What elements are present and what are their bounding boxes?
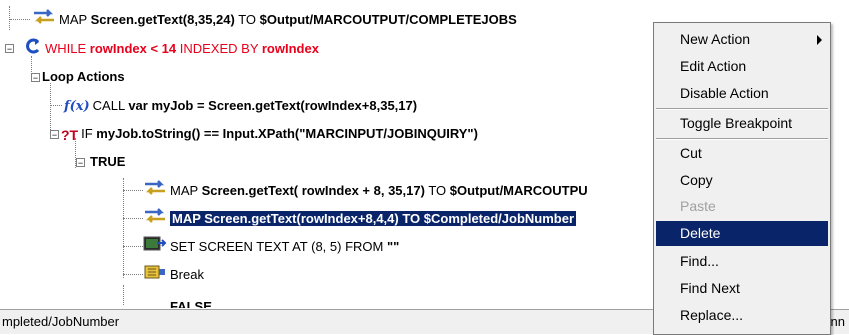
row-condition: rowIndex < 14 xyxy=(89,40,177,56)
map-arrows-icon xyxy=(143,179,167,201)
row-source: Screen.getText( rowIndex + 8, 35,17) xyxy=(201,182,425,198)
tree-row-set-screen-text[interactable]: SET SCREEN TEXT AT (8, 5) FROM "" xyxy=(143,235,399,257)
tree-connector xyxy=(9,6,10,30)
row-target: $Output/MARCOUTPU xyxy=(449,182,588,198)
tree-connector xyxy=(123,246,143,247)
menu-item-edit-action[interactable]: Edit Action xyxy=(656,54,828,79)
row-mid: TO xyxy=(234,11,260,27)
row-source: Screen.getText(8,35,24) xyxy=(90,11,235,27)
menu-item-find[interactable]: Find... xyxy=(656,249,828,274)
collapse-toggle[interactable]: − xyxy=(31,73,40,83)
while-loop-icon xyxy=(24,37,42,62)
row-prefix: SET SCREEN TEXT AT (8, 5) FROM xyxy=(170,238,387,254)
tree-row-map-output[interactable]: MAP Screen.getText( rowIndex + 8, 35,17)… xyxy=(143,179,653,201)
row-expression: var myJob = Screen.getText(rowIndex+8,35… xyxy=(128,98,418,113)
row-target: $Output/MARCOUTPUT/COMPLETEJOBS xyxy=(259,11,517,27)
status-right-text: nn xyxy=(830,314,845,329)
menu-separator xyxy=(656,108,828,110)
row-condition: myJob.toString() == Input.XPath("MARCINP… xyxy=(96,126,478,141)
menu-item-label: New Action xyxy=(680,31,751,47)
row-prefix: MAP xyxy=(170,182,202,198)
selected-row-text: MAP Screen.getText(rowIndex+8,4,4) TO $C… xyxy=(170,210,577,226)
menu-item-cut[interactable]: Cut xyxy=(656,141,828,166)
row-value: "" xyxy=(386,238,400,254)
status-text: mpleted/JobNumber xyxy=(2,314,120,329)
collapse-toggle[interactable]: − xyxy=(76,158,85,168)
tree-connector xyxy=(10,19,30,20)
menu-item-copy[interactable]: Copy xyxy=(656,168,828,193)
row-prefix: MAP xyxy=(59,11,91,27)
break-icon xyxy=(143,263,167,288)
tree-row-false[interactable]: FALSE xyxy=(170,296,212,308)
tree-row-loop-actions[interactable]: Loop Actions xyxy=(42,66,125,88)
tree-row-true[interactable]: TRUE xyxy=(90,151,125,173)
map-arrows-icon xyxy=(32,8,56,33)
menu-item-toggle-breakpoint[interactable]: Toggle Breakpoint xyxy=(656,111,828,136)
function-icon: f(x) xyxy=(64,98,90,114)
collapse-toggle[interactable]: − xyxy=(50,130,59,140)
tree-connector xyxy=(50,105,62,106)
menu-separator xyxy=(656,138,828,140)
tree-connector xyxy=(123,178,124,278)
map-arrows-icon xyxy=(143,207,167,232)
tree-row-map-completed-selected[interactable]: MAP Screen.getText(rowIndex+8,4,4) TO $C… xyxy=(143,207,577,232)
tree-connector xyxy=(123,218,143,219)
row-mid: INDEXED BY xyxy=(176,40,262,56)
menu-item-paste: Paste xyxy=(680,198,716,214)
menu-item-find-next[interactable]: Find Next xyxy=(656,276,828,301)
row-index-var: rowIndex xyxy=(261,40,319,56)
if-branch-icon: ?T xyxy=(61,126,79,143)
tree-row-while[interactable]: WHILE rowIndex < 14 INDEXED BY rowIndex xyxy=(24,37,319,59)
tree-connector xyxy=(123,285,124,305)
context-menu: New Action Edit Action Disable Action To… xyxy=(653,22,831,335)
menu-item-delete[interactable]: Delete xyxy=(656,221,828,246)
menu-item-replace[interactable]: Replace... xyxy=(656,303,828,328)
menu-item-new-action[interactable]: New Action xyxy=(656,27,828,52)
menu-item-disable-action[interactable]: Disable Action xyxy=(656,81,828,106)
tree-connector xyxy=(123,274,143,275)
tree-row-map-completejobs[interactable]: MAP Screen.getText(8,35,24) TO $Output/M… xyxy=(32,8,517,30)
row-prefix: IF xyxy=(81,126,97,141)
row-mid: TO xyxy=(424,182,450,198)
tree-row-if[interactable]: ?T IF myJob.toString() == Input.XPath("MA… xyxy=(61,123,478,145)
tree-row-break[interactable]: Break xyxy=(143,263,204,285)
row-prefix: CALL xyxy=(92,98,129,113)
row-label: Break xyxy=(170,266,204,282)
submenu-arrow-icon xyxy=(817,35,822,45)
collapse-toggle[interactable]: − xyxy=(5,44,14,54)
tree-connector xyxy=(123,190,143,191)
set-screen-icon xyxy=(143,235,167,260)
row-prefix: WHILE xyxy=(45,40,90,56)
tree-row-call[interactable]: f(x) CALL var myJob = Screen.getText(rowI… xyxy=(64,95,417,117)
